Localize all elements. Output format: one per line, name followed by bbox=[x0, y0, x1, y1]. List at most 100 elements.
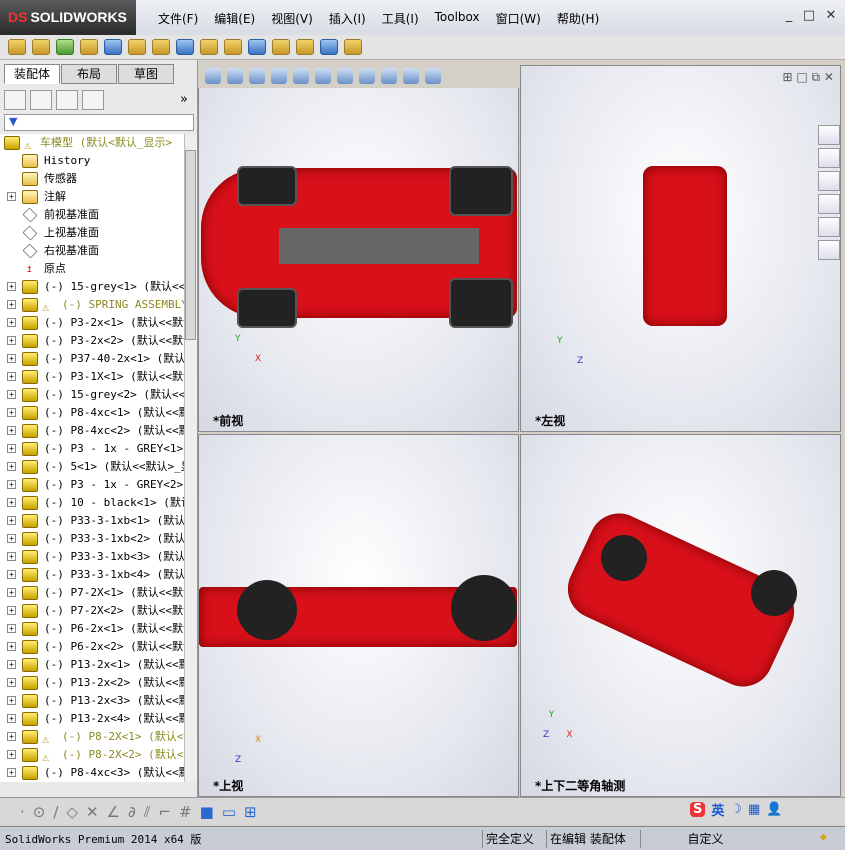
solidworks-resources-icon[interactable] bbox=[818, 125, 840, 145]
four-view-icon[interactable]: ⊞ bbox=[244, 803, 257, 821]
expand-icon[interactable]: + bbox=[7, 696, 16, 705]
ime-language[interactable]: 英 bbox=[711, 800, 724, 819]
tree-item[interactable]: + (-) P33-3-1xb<1> (默认< bbox=[0, 512, 184, 530]
expand-icon[interactable]: + bbox=[7, 534, 16, 543]
expand-icon[interactable]: + bbox=[7, 732, 16, 741]
tag-icon[interactable]: ◆ bbox=[820, 830, 827, 843]
viewport-isometric[interactable]: YZ X *上下二等角轴测 bbox=[520, 434, 841, 797]
tree-item[interactable]: + (-) P3-1X<1> (默认<<默认 bbox=[0, 368, 184, 386]
tree-item[interactable]: + ⚠ (-) P8-2X<1> (默认<< bbox=[0, 728, 184, 746]
display-style-icon[interactable] bbox=[337, 68, 353, 84]
tree-item[interactable]: + (-) P3-2x<2> (默认<<默认 bbox=[0, 332, 184, 350]
zoom-area-icon[interactable] bbox=[227, 68, 243, 84]
property-manager-icon[interactable] bbox=[30, 90, 52, 110]
tab-assembly[interactable]: 装配体 bbox=[4, 64, 60, 84]
menu-help[interactable]: 帮助(H) bbox=[549, 10, 607, 27]
expand-icon[interactable]: + bbox=[7, 570, 16, 579]
tree-item[interactable]: + (-) 10 - black<1> (默认 bbox=[0, 494, 184, 512]
tree-item[interactable]: + ⚠ (-) SPRING ASSEMBLY< bbox=[0, 296, 184, 314]
menu-file[interactable]: 文件(F) bbox=[150, 10, 206, 27]
angle-icon[interactable]: ∠ bbox=[107, 803, 120, 821]
tree-item[interactable]: 上视基准面 bbox=[0, 224, 184, 242]
dynamic-annotation-icon[interactable] bbox=[293, 68, 309, 84]
menu-toolbox[interactable]: Toolbox bbox=[427, 10, 488, 27]
view-palette-icon[interactable] bbox=[818, 194, 840, 214]
single-view-icon[interactable]: ▭ bbox=[222, 803, 236, 821]
reference-geometry-icon[interactable] bbox=[200, 39, 218, 55]
grid-icon[interactable]: # bbox=[179, 803, 192, 821]
viewport-top[interactable]: XZ *上视 bbox=[198, 434, 519, 797]
tree-item[interactable]: + (-) P13-2x<1> (默认<<默 bbox=[0, 656, 184, 674]
corner-icon[interactable]: ⌐ bbox=[158, 803, 171, 821]
expand-icon[interactable]: + bbox=[7, 372, 16, 381]
tree-item[interactable]: + 注解 bbox=[0, 188, 184, 206]
expand-icon[interactable]: + bbox=[7, 660, 16, 669]
menu-window[interactable]: 窗口(W) bbox=[488, 10, 549, 27]
tree-item[interactable]: + (-) P33-3-1xb<4> (默认< bbox=[0, 566, 184, 584]
design-library-icon[interactable] bbox=[818, 148, 840, 168]
move-component-icon[interactable] bbox=[128, 39, 146, 55]
sogou-icon[interactable]: S bbox=[690, 801, 706, 817]
tree-filter[interactable]: ▼ bbox=[4, 114, 194, 131]
menu-tools[interactable]: 工具(I) bbox=[374, 10, 427, 27]
scene-icon[interactable] bbox=[403, 68, 419, 84]
keyboard-icon[interactable]: ▦ bbox=[748, 802, 760, 817]
viewport-front[interactable]: Y X *前视 bbox=[198, 88, 519, 432]
offset-icon[interactable]: ⫽ bbox=[144, 803, 151, 821]
view-orientation-icon[interactable] bbox=[315, 68, 331, 84]
viewport-left[interactable]: Y Z ⊞ □ ⧉ ✕ *左视 bbox=[520, 65, 841, 432]
insert-component-icon[interactable] bbox=[32, 39, 50, 55]
tree-item[interactable]: + (-) P7-2X<1> (默认<<默认 bbox=[0, 584, 184, 602]
expand-icon[interactable]: + bbox=[7, 516, 16, 525]
expand-icon[interactable]: + bbox=[7, 552, 16, 561]
trim-icon[interactable]: ✕ bbox=[86, 803, 99, 821]
expand-icon[interactable]: + bbox=[7, 318, 16, 327]
moon-icon[interactable]: ☽ bbox=[730, 802, 742, 817]
large-assembly-icon[interactable] bbox=[344, 39, 362, 55]
tree-item[interactable]: + (-) P7-2X<2> (默认<<默认 bbox=[0, 602, 184, 620]
expand-icon[interactable]: + bbox=[7, 426, 16, 435]
exploded-view-icon[interactable] bbox=[272, 39, 290, 55]
view-settings-icon[interactable] bbox=[425, 68, 441, 84]
tree-item[interactable]: ⚠ 车模型 (默认<默认_显示> bbox=[0, 134, 184, 152]
expand-icon[interactable]: + bbox=[7, 354, 16, 363]
polygon-icon[interactable]: ◇ bbox=[66, 803, 78, 821]
configuration-manager-icon[interactable] bbox=[56, 90, 78, 110]
linear-pattern-icon[interactable] bbox=[80, 39, 98, 55]
smart-fastener-icon[interactable] bbox=[104, 39, 122, 55]
tab-sketch[interactable]: 草图 bbox=[118, 64, 174, 84]
expand-icon[interactable]: + bbox=[7, 768, 16, 777]
expand-icon[interactable]: + bbox=[7, 336, 16, 345]
expand-icon[interactable]: + bbox=[7, 282, 16, 291]
mate-icon[interactable] bbox=[56, 39, 74, 55]
display-manager-icon[interactable] bbox=[82, 90, 104, 110]
tree-item[interactable]: 传感器 bbox=[0, 170, 184, 188]
tree-item[interactable]: + (-) P13-2x<3> (默认<<默 bbox=[0, 692, 184, 710]
tree-item[interactable]: + (-) P33-3-1xb<2> (默认< bbox=[0, 530, 184, 548]
units-selector[interactable]: 自定义 bbox=[640, 830, 770, 848]
appearance-icon[interactable] bbox=[381, 68, 397, 84]
tree-item[interactable]: + (-) 15-grey<2> (默认<<默 bbox=[0, 386, 184, 404]
tree-item[interactable]: + (-) P6-2x<1> (默认<<默认 bbox=[0, 620, 184, 638]
menu-insert[interactable]: 插入(I) bbox=[321, 10, 374, 27]
circle-icon[interactable]: ⊙ bbox=[33, 803, 46, 821]
tree-item[interactable]: + (-) P33-3-1xb<3> (默认< bbox=[0, 548, 184, 566]
expand-icon[interactable]: + bbox=[7, 624, 16, 633]
tree-item[interactable]: + (-) 5<1> (默认<<默认>_显 bbox=[0, 458, 184, 476]
tree-item[interactable]: 前视基准面 bbox=[0, 206, 184, 224]
user-icon[interactable]: 👤 bbox=[766, 802, 782, 817]
feature-manager-icon[interactable] bbox=[4, 90, 26, 110]
fillet-icon[interactable]: ∂ bbox=[128, 803, 136, 821]
expand-panel-icon[interactable]: » bbox=[180, 92, 188, 107]
tree-item[interactable]: + (-) P13-2x<4> (默认<<默 bbox=[0, 710, 184, 728]
tree-item[interactable]: + (-) P8-4xc<1> (默认<<默 bbox=[0, 404, 184, 422]
tree-item[interactable]: + (-) P8-4xc<2> (默认<<默 bbox=[0, 422, 184, 440]
expand-icon[interactable]: + bbox=[7, 678, 16, 687]
appearances-icon[interactable] bbox=[818, 217, 840, 237]
scrollbar-thumb[interactable] bbox=[185, 150, 196, 340]
tab-layout[interactable]: 布局 bbox=[61, 64, 117, 84]
show-hidden-icon[interactable] bbox=[152, 39, 170, 55]
tree-item[interactable]: + (-) P3-2x<1> (默认<<默认 bbox=[0, 314, 184, 332]
minimize-button[interactable]: _ bbox=[780, 8, 798, 24]
restore-button[interactable]: □ bbox=[800, 8, 818, 24]
